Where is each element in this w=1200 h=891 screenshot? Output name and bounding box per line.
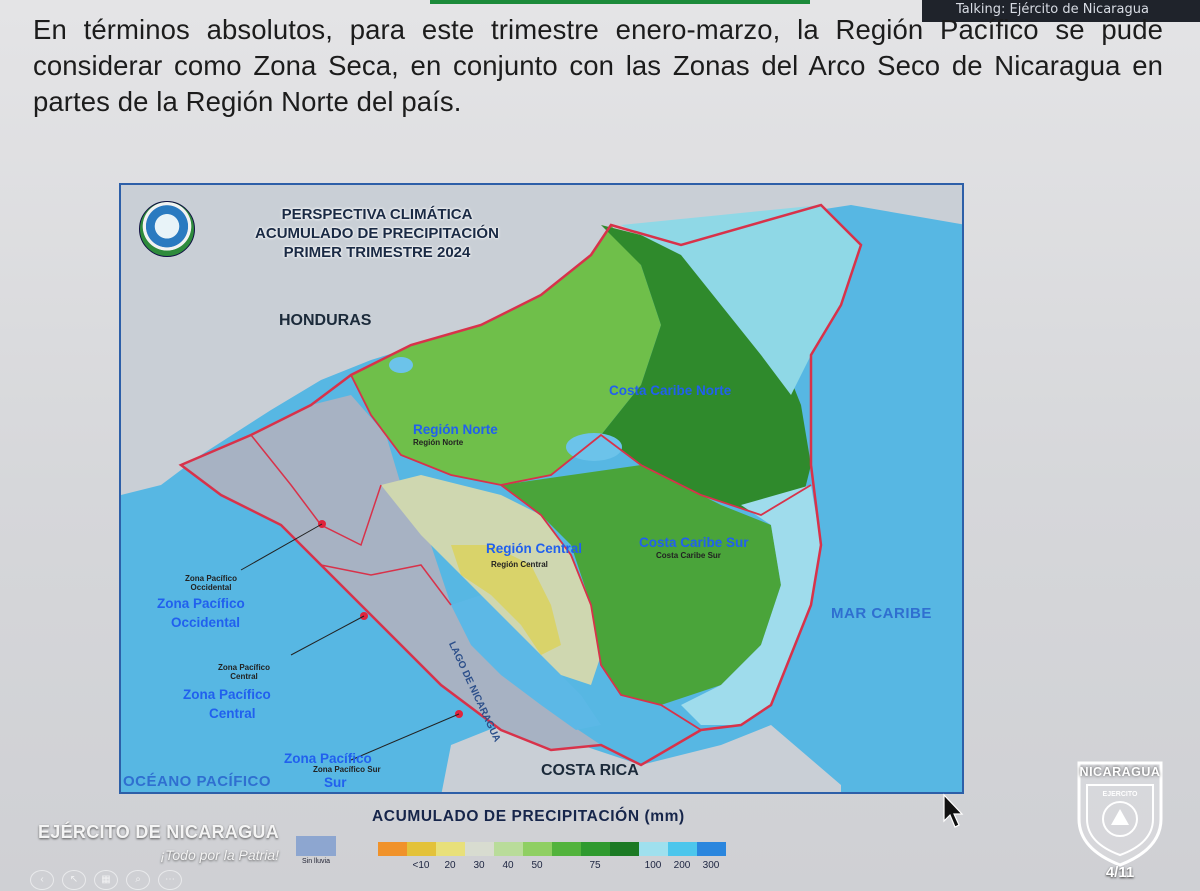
zoom-icon[interactable]: ⌕ [126, 870, 150, 890]
precipitation-map: PERSPECTIVA CLIMÁTICA ACUMULADO DE PRECI… [119, 183, 964, 794]
page-indicator: 4/11 [1105, 864, 1135, 881]
badge-text: EJERCITO [1102, 791, 1138, 798]
legend-tick: 20 [444, 860, 456, 871]
legend-tick: 75 [589, 860, 601, 871]
label-oceano-pacifico: OCÉANO PACÍFICO [123, 773, 272, 790]
label-region-central-small: Región Central [491, 560, 548, 569]
presentation-slide: Talking: Ejército de Nicaragua En términ… [0, 0, 1200, 891]
legend-no-rain-label: Sin lluvia [301, 858, 330, 865]
label-region-norte-small: Región Norte [413, 438, 464, 447]
label-region-norte: Región Norte [413, 422, 498, 437]
legend-tick: <10 [412, 860, 430, 871]
legend-no-rain-swatch [296, 836, 336, 856]
label-pacifico-central-2: Central [209, 706, 256, 721]
label-pacifico-occidental-2: Occidental [171, 615, 241, 630]
label-pacifico-sur-1: Zona Pacífico [284, 751, 372, 766]
pointer-tool-icon[interactable]: ↖ [62, 870, 86, 890]
legend-swatch [552, 842, 581, 856]
legend-tick: 30 [473, 860, 485, 871]
label-pacifico-occidental-1: Zona Pacífico [157, 596, 245, 611]
legend-swatch [697, 842, 726, 856]
map-title-line-3: PRIMER TRIMESTRE 2024 [283, 244, 471, 261]
label-pacifico-sur-small: Zona Pacífico Sur [313, 765, 381, 774]
label-mar-caribe: MAR CARIBE [831, 605, 932, 622]
legend-swatch [465, 842, 494, 856]
legend-swatch [639, 842, 668, 856]
badge-country: NICARAGUA [1079, 765, 1161, 779]
legend-swatch [581, 842, 610, 856]
map-graphic [121, 185, 962, 792]
army-shield-icon: NICARAGUA EJERCITO [1075, 757, 1165, 869]
label-honduras: HONDURAS [279, 312, 372, 329]
legend-ticks: <10 20 30 40 50 75 100 200 300 [378, 860, 758, 874]
label-costa-caribe-sur: Costa Caribe Sur [639, 535, 749, 550]
legend-swatch [523, 842, 552, 856]
label-costa-caribe-sur-small: Costa Caribe Sur [656, 551, 721, 560]
grid-view-icon[interactable]: ▦ [94, 870, 118, 890]
brand-motto: ¡Todo por la Patria! [160, 847, 279, 863]
intro-paragraph: En términos absolutos, para este trimest… [33, 14, 1163, 117]
legend-tick: 300 [702, 860, 720, 871]
bottom-control-icons: ‹ ↖ ▦ ⌕ ⋯ [30, 868, 230, 890]
more-icon[interactable]: ⋯ [158, 870, 182, 890]
legend-swatch [407, 842, 436, 856]
brand-name: EJÉRCITO DE NICARAGUA [38, 822, 279, 842]
legend-swatch [610, 842, 639, 856]
legend-swatch [668, 842, 697, 856]
cursor-arrow-icon [942, 793, 964, 834]
legend-color-scale [378, 842, 726, 856]
legend-tick: 200 [673, 860, 691, 871]
label-region-central: Región Central [486, 541, 583, 556]
label-costa-rica: COSTA RICA [541, 762, 639, 779]
legend-swatch [494, 842, 523, 856]
label-pacifico-sur-2: Sur [324, 775, 347, 790]
label-pacifico-occidental-small: Zona Pacífico Occidental [184, 574, 237, 592]
branding-block: EJÉRCITO DE NICARAGUA ¡Todo por la Patri… [38, 822, 279, 863]
map-title-line-1: PERSPECTIVA CLIMÁTICA [281, 206, 473, 223]
label-pacifico-central-small: Zona Pacífico Central [217, 663, 270, 681]
precipitation-legend: ACUMULADO DE PRECIPITACIÓN (mm) Sin lluv… [290, 800, 770, 880]
legend-tick: 40 [502, 860, 514, 871]
legend-swatch [436, 842, 465, 856]
map-emblem-icon [139, 201, 195, 257]
legend-title: ACUMULADO DE PRECIPITACIÓN (mm) [372, 808, 685, 825]
map-title-line-2: ACUMULADO DE PRECIPITACIÓN [255, 225, 499, 242]
label-pacifico-central-1: Zona Pacífico [183, 687, 271, 702]
label-costa-caribe-norte: Costa Caribe Norte [609, 383, 732, 398]
prev-icon[interactable]: ‹ [30, 870, 54, 890]
map-title: PERSPECTIVA CLIMÁTICA ACUMULADO DE PRECI… [217, 205, 537, 262]
top-accent-bar [430, 0, 810, 4]
legend-tick: 100 [644, 860, 662, 871]
legend-tick: 50 [531, 860, 543, 871]
legend-swatch [378, 842, 407, 856]
